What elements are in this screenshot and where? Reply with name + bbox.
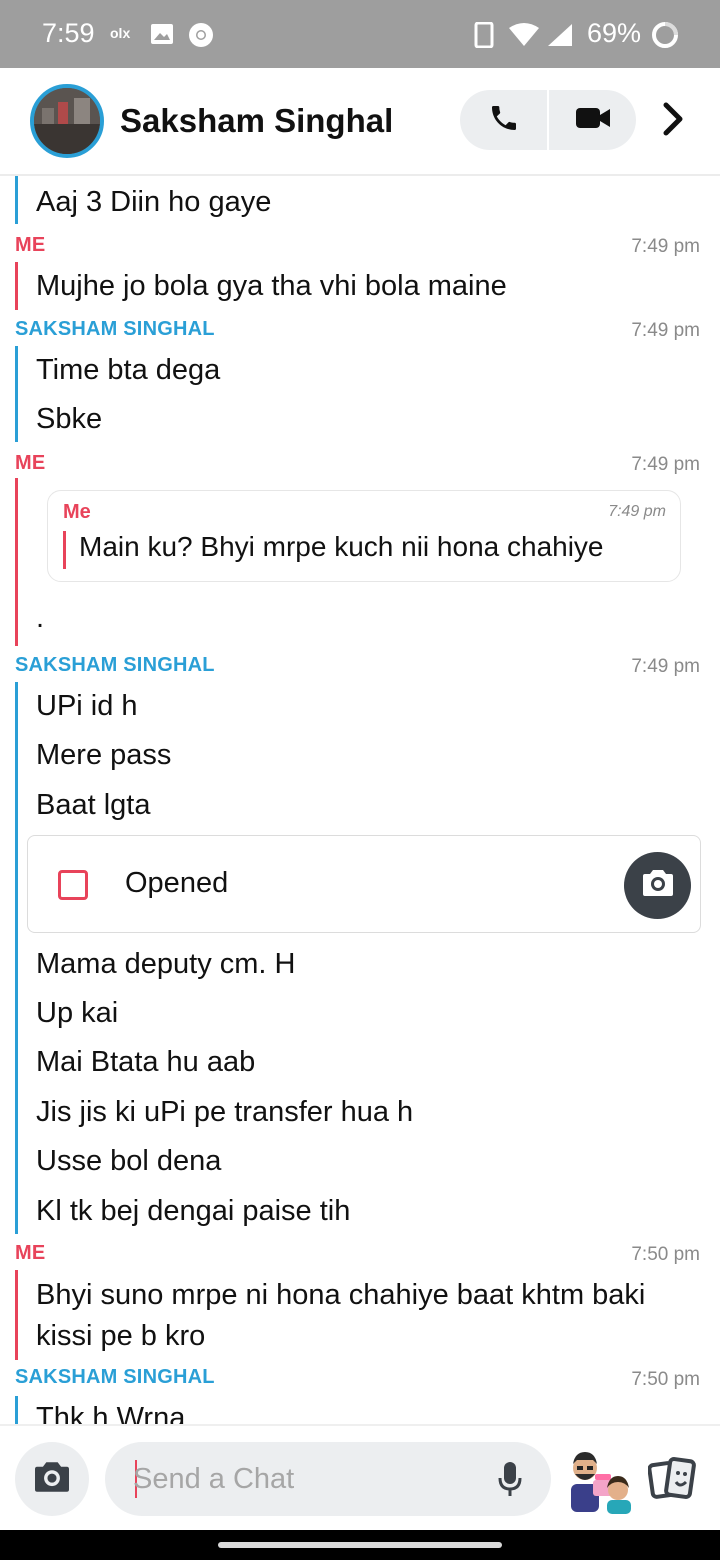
message-timestamp: 7:49 pm: [631, 236, 700, 257]
avatar[interactable]: [30, 84, 104, 158]
message-text: Jis jis ki uPi pe transfer hua h: [36, 1096, 414, 1128]
message-bar: [15, 346, 18, 442]
message-text: Kl tk bej dengai paise tih: [36, 1195, 351, 1227]
sender-label: SAKSHAM SINGHAL: [15, 318, 215, 340]
message-text: Aaj 3 Diin ho gaye: [36, 186, 272, 218]
contact-name[interactable]: Saksham Singhal: [120, 102, 393, 140]
snap-card[interactable]: Opened: [27, 835, 701, 933]
message-text: Time bta dega: [36, 354, 221, 386]
call-button[interactable]: [460, 90, 547, 150]
microphone-icon[interactable]: [497, 1460, 523, 1503]
battery-percent: 69%: [587, 18, 642, 48]
status-bar: 7:59 olx x 69%: [0, 0, 720, 68]
message-text: Mama deputy cm. H: [36, 948, 296, 980]
sender-label: ME: [15, 452, 46, 474]
sender-label: SAKSHAM SINGHAL: [15, 654, 215, 676]
reply-camera-button[interactable]: [624, 852, 691, 919]
cards-icon[interactable]: [647, 1456, 696, 1507]
vibrate-icon: [474, 21, 494, 53]
message-text: UPi id h: [36, 690, 138, 722]
message-text: Thk h Wrna: [36, 1402, 186, 1424]
message-timestamp: 7:49 pm: [631, 656, 700, 677]
olx-icon: olx: [110, 22, 136, 49]
chat-header: Saksham Singhal: [0, 68, 720, 176]
snap-status: Opened: [125, 867, 229, 899]
chat-input-container[interactable]: [105, 1442, 551, 1516]
phone-icon: [488, 102, 520, 139]
message-text: Baat lgta: [36, 789, 151, 821]
video-call-icon: [575, 105, 611, 136]
message-text: Usse bol dena: [36, 1145, 222, 1177]
quote-sender: Me: [63, 501, 91, 523]
quote-bar: [63, 531, 66, 569]
quote-timestamp: 7:49 pm: [608, 503, 666, 520]
system-nav-bar: [0, 1530, 720, 1560]
message-timestamp: 7:50 pm: [631, 1244, 700, 1265]
sender-label: SAKSHAM SINGHAL: [15, 1366, 215, 1388]
bitmoji-icon[interactable]: [563, 1446, 633, 1516]
quoted-message[interactable]: Me 7:49 pm Main ku? Bhyi mrpe kuch nii h…: [47, 490, 681, 582]
camera-button[interactable]: [15, 1442, 89, 1516]
battery-icon: [650, 20, 680, 55]
message-text: Sbke: [36, 403, 103, 435]
wifi-icon: x: [508, 22, 540, 53]
message-bar: [15, 262, 18, 310]
opened-square-icon: [58, 870, 88, 900]
svg-text:olx: olx: [110, 25, 130, 41]
chevron-right-icon[interactable]: [662, 102, 684, 141]
message-bar: [15, 1396, 18, 1424]
quote-text: Main ku? Bhyi mrpe kuch nii hona chahiye: [79, 531, 604, 562]
image-icon: [150, 22, 174, 51]
message-bar: [15, 1270, 18, 1360]
chat-thread[interactable]: Aaj 3 Diin ho gaye ME 7:49 pm Mujhe jo b…: [0, 176, 720, 1424]
message-bar: [15, 176, 18, 224]
chat-input[interactable]: [133, 1459, 483, 1499]
message-text: .: [36, 602, 45, 634]
composer-bar: [0, 1424, 720, 1532]
sender-label: ME: [15, 1242, 46, 1264]
sender-label: ME: [15, 234, 46, 256]
camera-icon: [640, 868, 676, 903]
message-text: Up kai: [36, 997, 119, 1029]
message-bar: [15, 682, 18, 1234]
camera-icon: [31, 1460, 73, 1499]
message-bar: [15, 478, 18, 646]
message-timestamp: 7:49 pm: [631, 320, 700, 341]
status-time: 7:59: [42, 18, 95, 48]
chrome-icon: [188, 22, 214, 53]
call-actions: [460, 90, 636, 150]
message-text: Mere pass: [36, 739, 172, 771]
home-gesture-handle[interactable]: [218, 1542, 502, 1548]
message-text: Bhyi suno mrpe ni hona chahiye baat khtm…: [36, 1279, 646, 1311]
video-call-button[interactable]: [549, 90, 636, 150]
message-text: kissi pe b kro: [36, 1320, 206, 1352]
message-timestamp: 7:49 pm: [631, 454, 700, 475]
message-text: Mujhe jo bola gya tha vhi bola maine: [36, 270, 507, 302]
message-text: Mai Btata hu aab: [36, 1046, 256, 1078]
signal-icon: [546, 22, 574, 53]
svg-text:x: x: [530, 24, 535, 35]
message-timestamp: 7:50 pm: [631, 1369, 700, 1390]
